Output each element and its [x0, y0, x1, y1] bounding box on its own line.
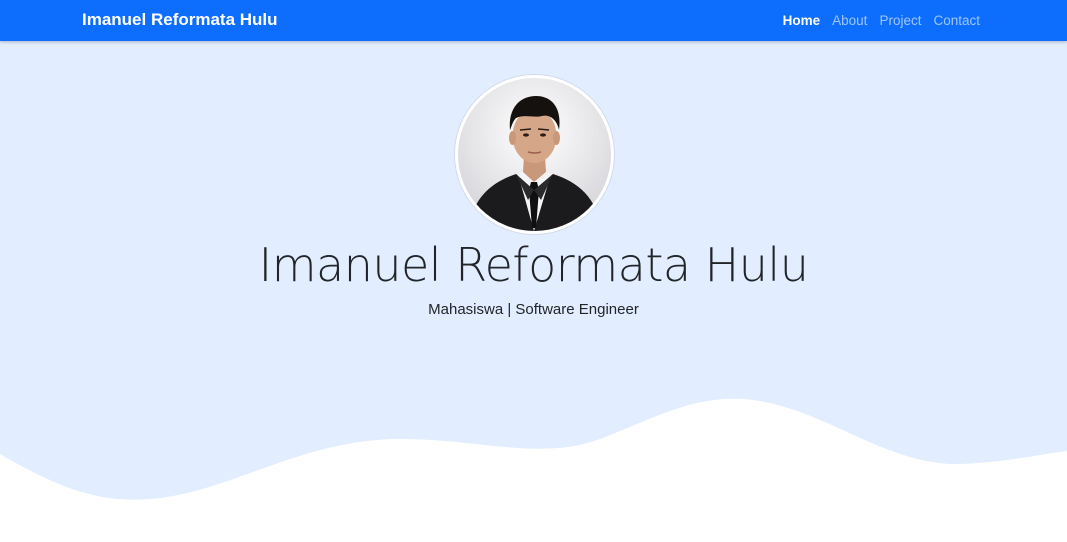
- profile-avatar: [455, 75, 614, 234]
- nav-links: Home About Project Contact: [783, 12, 980, 30]
- hero-section: Imanuel Reformata Hulu Mahasiswa | Softw…: [0, 41, 1067, 542]
- hero-subtitle: Mahasiswa | Software Engineer: [428, 301, 639, 318]
- navbar-brand[interactable]: Imanuel Reformata Hulu: [82, 10, 278, 30]
- profile-photo-icon: [468, 96, 601, 231]
- navbar: Imanuel Reformata Hulu Home About Projec…: [0, 0, 1067, 41]
- hero-title: Imanuel Reformata Hulu: [258, 238, 809, 292]
- nav-link-home[interactable]: Home: [783, 13, 821, 28]
- nav-link-project[interactable]: Project: [879, 13, 921, 28]
- nav-link-about[interactable]: About: [832, 13, 867, 28]
- nav-link-contact[interactable]: Contact: [933, 13, 980, 28]
